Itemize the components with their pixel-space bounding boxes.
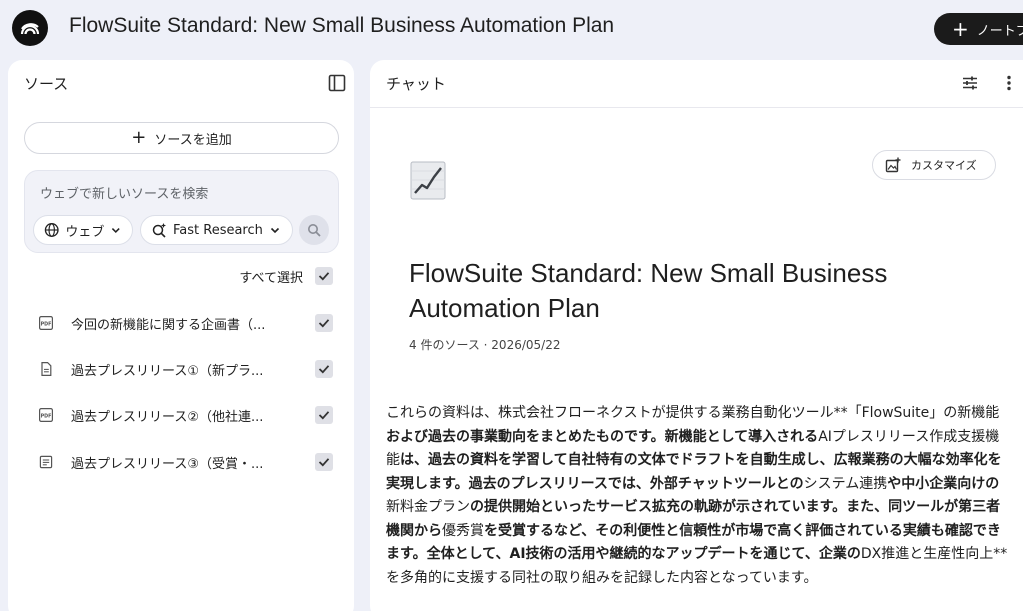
source-checkbox[interactable]: [315, 453, 333, 471]
search-submit-button[interactable]: [299, 215, 329, 245]
source-item-title: 過去プレスリリース③（受賞・...: [71, 456, 264, 472]
check-icon: [318, 272, 330, 281]
header-divider: [370, 107, 1023, 108]
summary-text: システム連携: [803, 475, 888, 492]
search-input[interactable]: ウェブで新しいソースを検索: [40, 183, 208, 202]
pdf-icon: PDF: [24, 405, 54, 425]
check-icon: [318, 458, 330, 467]
globe-icon: [44, 223, 59, 237]
new-notebook-label: ノートブ: [976, 23, 1023, 39]
collapse-panel-icon[interactable]: [325, 71, 349, 95]
chat-panel: チャット カスタマイズ FlowSuite Standard: New Smal…: [370, 60, 1023, 611]
more-vert-icon[interactable]: [997, 71, 1021, 95]
web-source-dropdown[interactable]: ウェブ: [33, 215, 133, 245]
svg-text:PDF: PDF: [41, 413, 52, 419]
chat-panel-title: チャット: [386, 74, 446, 93]
text-doc-icon: [24, 452, 54, 472]
sources-panel-title: ソース: [24, 74, 69, 93]
source-item-title: 過去プレスリリース①（新プラ...: [71, 363, 264, 379]
sources-panel-header: ソース: [8, 60, 354, 106]
plus-icon: +: [131, 127, 147, 148]
app-logo-icon[interactable]: [12, 10, 48, 46]
notebook-title: FlowSuite Standard: New Small Business A…: [409, 258, 888, 323]
source-item[interactable]: PDF 過去プレスリリース②（他社連...: [24, 400, 339, 430]
web-source-search[interactable]: ウェブで新しいソースを検索 ウェブ Fast Research: [24, 170, 339, 253]
web-chip-label: ウェブ: [65, 224, 105, 240]
sparkle-search-icon: [152, 223, 166, 238]
chevron-down-icon: [270, 227, 279, 234]
source-item-title: 今回の新機能に関する企画書（...: [71, 317, 266, 333]
search-icon: [308, 224, 321, 237]
source-checkbox[interactable]: [315, 314, 333, 332]
summary-text-bold: および過去の事業動向をまとめたものです。新機能として導入される: [386, 428, 819, 445]
pdf-icon: PDF: [24, 313, 54, 333]
check-icon: [318, 365, 330, 374]
summary-text: 優秀賞: [442, 522, 484, 539]
chat-panel-header: チャット: [370, 60, 1023, 106]
notebook-meta: 4 件のソース · 2026/05/22: [409, 338, 561, 352]
summary-text: これらの資料は、株式会社フローネクストが提供する業務自動化ツール**「FlowS…: [386, 405, 1000, 421]
new-notebook-button[interactable]: + ノートブ: [934, 13, 1023, 45]
customize-button[interactable]: カスタマイズ: [872, 150, 996, 180]
notebook-title-header[interactable]: FlowSuite Standard: New Small Business A…: [69, 14, 614, 38]
chevron-down-icon: [112, 228, 121, 234]
select-all-label: すべて選択: [239, 270, 303, 286]
check-icon: [318, 319, 330, 328]
source-item-title: 過去プレスリリース②（他社連...: [71, 409, 264, 425]
source-checkbox[interactable]: [315, 360, 333, 378]
research-mode-dropdown[interactable]: Fast Research: [140, 215, 293, 245]
source-checkbox[interactable]: [315, 406, 333, 424]
select-all-row: すべて選択: [24, 264, 339, 288]
svg-text:PDF: PDF: [41, 321, 52, 327]
add-source-button[interactable]: + ソースを追加: [24, 122, 339, 154]
select-all-checkbox[interactable]: [315, 267, 333, 285]
chart-increasing-icon: [410, 160, 446, 200]
check-icon: [318, 411, 330, 420]
add-source-label: ソースを追加: [154, 132, 232, 148]
plus-icon: +: [952, 17, 969, 41]
doc-icon: [24, 359, 54, 379]
tune-settings-icon[interactable]: [958, 71, 982, 95]
source-item[interactable]: PDF 今回の新機能に関する企画書（...: [24, 308, 339, 338]
app-header: FlowSuite Standard: New Small Business A…: [0, 0, 1023, 56]
customize-label: カスタマイズ: [911, 159, 977, 172]
notebook-summary: これらの資料は、株式会社フローネクストが提供する業務自動化ツール**「FlowS…: [386, 402, 1010, 590]
summary-text-bold: や中小企業向けの: [887, 475, 1000, 492]
sources-panel: ソース + ソースを追加 ウェブで新しいソースを検索 ウェブ Fast Rese…: [8, 60, 354, 611]
source-item[interactable]: 過去プレスリリース①（新プラ...: [24, 354, 339, 384]
add-image-icon: [885, 157, 901, 173]
source-item[interactable]: 過去プレスリリース③（受賞・...: [24, 447, 339, 477]
research-chip-label: Fast Research: [173, 222, 263, 238]
summary-text: 新料金プラン: [386, 499, 470, 515]
